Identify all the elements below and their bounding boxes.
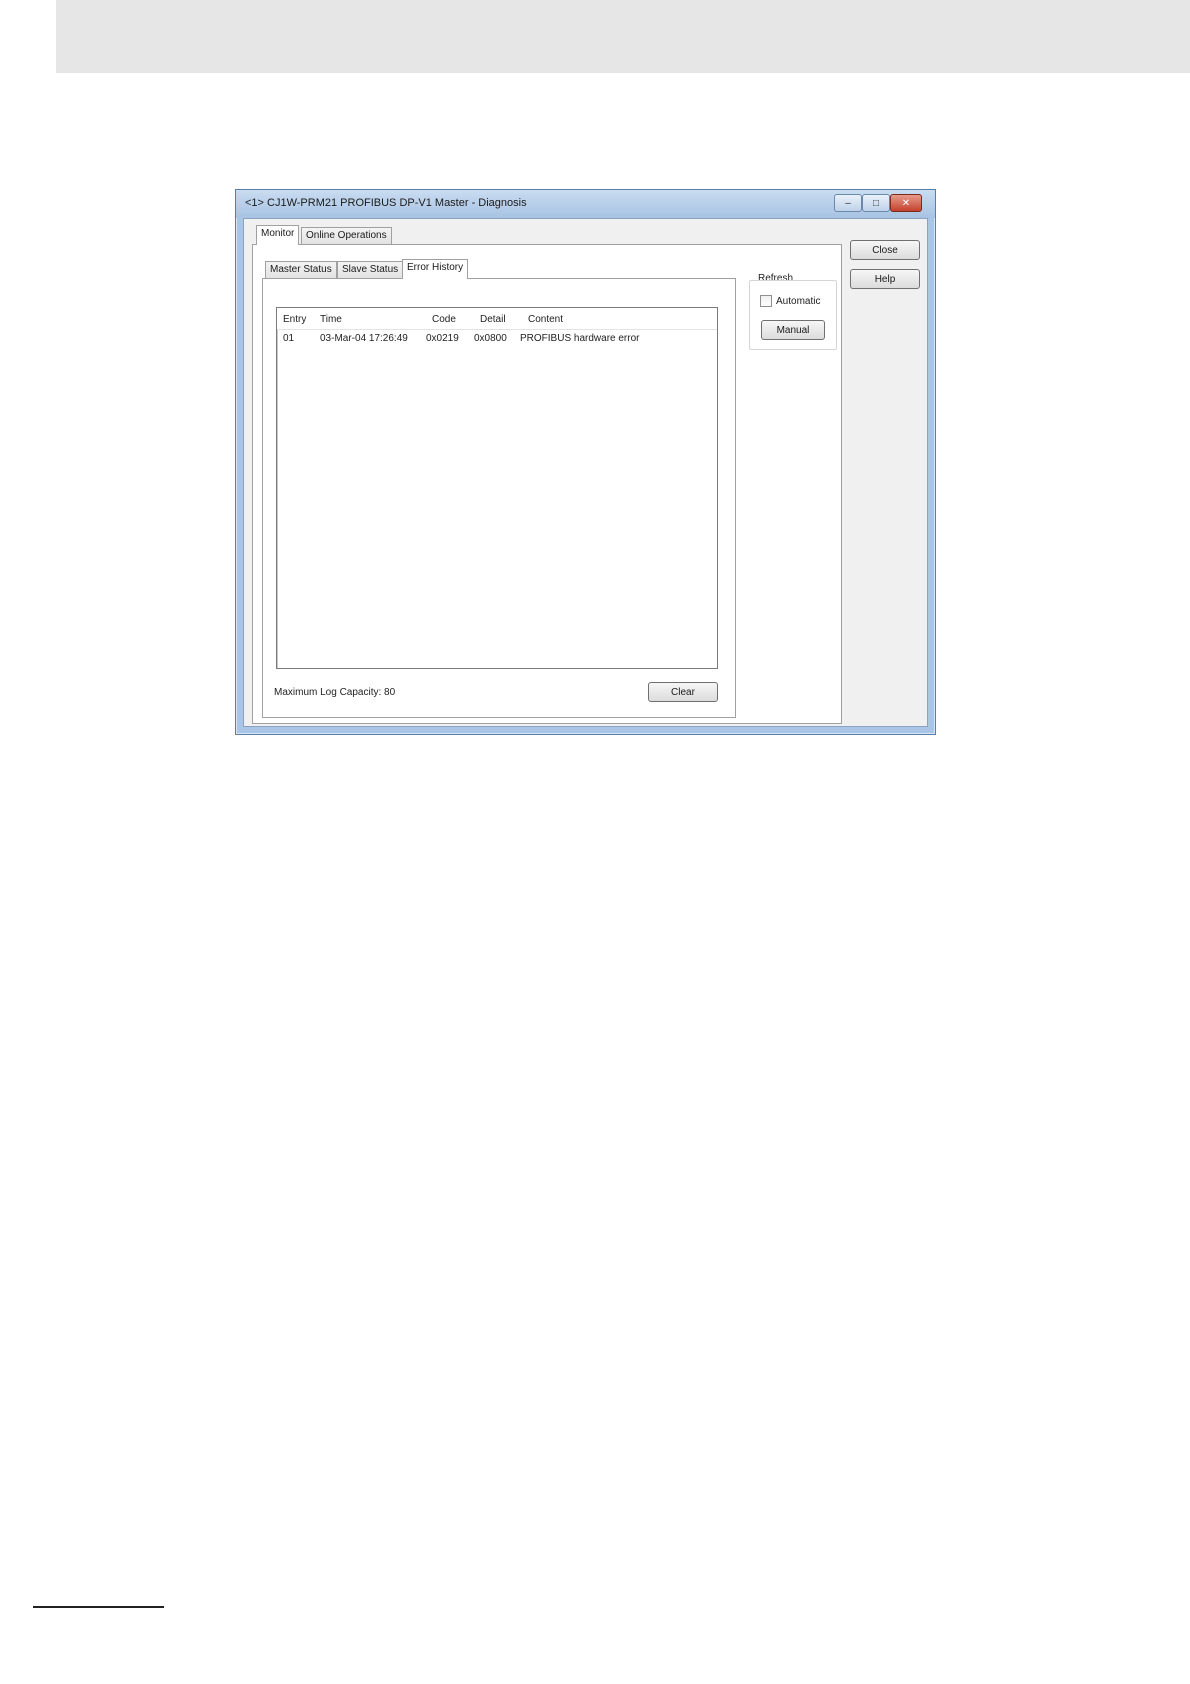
minimize-icon: – bbox=[845, 197, 851, 209]
clear-button[interactable]: Clear bbox=[648, 682, 718, 702]
manual-refresh-button[interactable]: Manual bbox=[761, 320, 825, 340]
refresh-group: Automatic Manual bbox=[749, 280, 837, 350]
cell-detail: 0x0800 bbox=[474, 333, 507, 344]
dialog-client-area: Monitor Online Operations Master Status … bbox=[243, 218, 928, 727]
column-detail[interactable]: Detail bbox=[480, 314, 506, 325]
window-title: <1> CJ1W-PRM21 PROFIBUS DP-V1 Master - D… bbox=[245, 197, 527, 209]
tab-master-status[interactable]: Master Status bbox=[265, 261, 337, 279]
column-entry[interactable]: Entry bbox=[283, 314, 306, 325]
monitor-tab-panel: Master Status Slave Status Error History… bbox=[252, 244, 842, 724]
close-button[interactable]: Close bbox=[850, 240, 920, 260]
close-icon: ✕ bbox=[901, 197, 911, 209]
max-log-capacity-label: Maximum Log Capacity: 80 bbox=[274, 687, 396, 698]
table-row[interactable]: 01 03-Mar-04 17:26:49 0x0219 0x0800 PROF… bbox=[277, 332, 717, 348]
cell-time: 03-Mar-04 17:26:49 bbox=[320, 333, 408, 344]
close-window-button[interactable]: ✕ bbox=[890, 194, 922, 212]
cell-entry: 01 bbox=[283, 333, 295, 344]
help-button[interactable]: Help bbox=[850, 269, 920, 289]
cell-code: 0x0219 bbox=[426, 333, 459, 344]
column-time[interactable]: Time bbox=[320, 314, 342, 325]
automatic-checkbox[interactable] bbox=[760, 295, 772, 307]
automatic-label: Automatic bbox=[776, 296, 821, 307]
tab-monitor[interactable]: Monitor bbox=[256, 225, 300, 245]
footer-rule bbox=[33, 1606, 164, 1608]
column-content[interactable]: Content bbox=[528, 314, 563, 325]
tab-slave-status[interactable]: Slave Status bbox=[337, 261, 404, 279]
list-header: Entry Time Code Detail Content bbox=[277, 308, 717, 330]
diagnosis-window: <1> CJ1W-PRM21 PROFIBUS DP-V1 Master - D… bbox=[235, 189, 936, 735]
column-code[interactable]: Code bbox=[432, 314, 456, 325]
tab-error-history[interactable]: Error History bbox=[402, 259, 469, 279]
error-history-panel: Entry Time Code Detail Content 01 03-Mar… bbox=[262, 278, 736, 718]
tab-online-operations[interactable]: Online Operations bbox=[301, 227, 392, 245]
error-history-list[interactable]: Entry Time Code Detail Content 01 03-Mar… bbox=[276, 307, 718, 669]
cell-content: PROFIBUS hardware error bbox=[520, 333, 640, 344]
title-bar[interactable]: <1> CJ1W-PRM21 PROFIBUS DP-V1 Master - D… bbox=[236, 190, 935, 218]
maximize-button[interactable]: □ bbox=[862, 194, 890, 212]
maximize-icon: □ bbox=[872, 197, 880, 209]
page-header-band bbox=[56, 0, 1190, 73]
minimize-button[interactable]: – bbox=[834, 194, 862, 212]
